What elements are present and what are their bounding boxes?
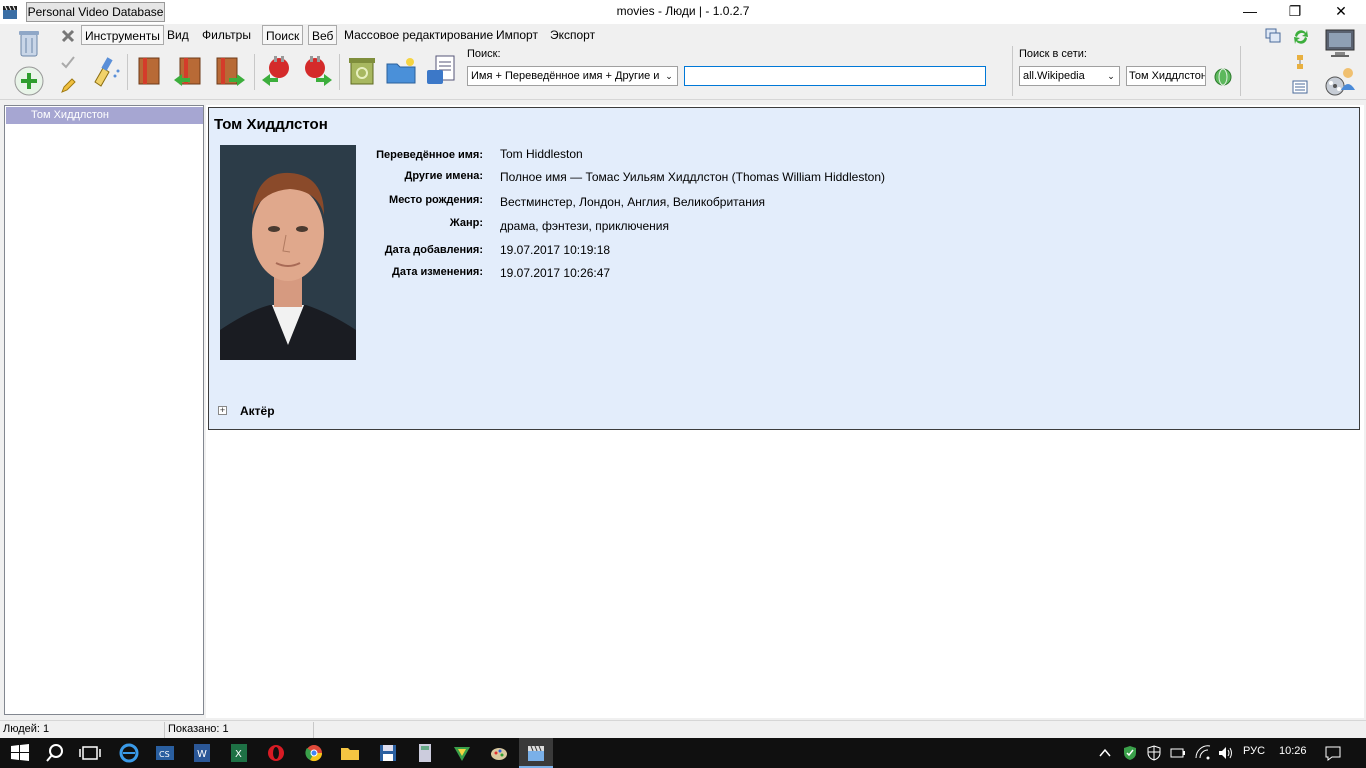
status-people-count: Людей: 1: [3, 723, 50, 735]
pvd-clapper-icon: [528, 745, 544, 761]
field-label-genre: Жанр:: [449, 217, 483, 229]
defender-shield-icon[interactable]: [1146, 745, 1162, 761]
app-icon-1[interactable]: CS: [153, 741, 177, 765]
menu-import[interactable]: Импорт: [493, 25, 541, 45]
ie-icon[interactable]: [117, 741, 141, 765]
menu-view[interactable]: Вид: [164, 25, 192, 45]
person-card: Том Хиддлстон Переведённое имя: Tom Hidd…: [208, 107, 1360, 430]
folder-icon[interactable]: [384, 54, 418, 88]
field-value-other-names: Полное имя — Томас Уильям Хиддлстон (Tho…: [500, 170, 885, 184]
reel-person-icon[interactable]: [1323, 64, 1357, 98]
field-label-birthplace: Место рождения:: [389, 194, 483, 206]
delete-x-icon[interactable]: [60, 28, 76, 44]
svg-text:W: W: [197, 749, 207, 760]
book-prev-icon[interactable]: [172, 54, 206, 88]
field-label-other-names: Другие имена:: [404, 170, 484, 182]
status-bar: Людей: 1 Показано: 1: [0, 720, 1366, 738]
menu-search[interactable]: Поиск: [262, 25, 304, 45]
search-icon[interactable]: [43, 741, 67, 765]
net-source-value: all.Wikipedia: [1023, 70, 1085, 82]
taskbar: CS W X РУС 10:26: [0, 738, 1366, 768]
book-icon[interactable]: [133, 54, 167, 88]
security-shield-icon[interactable]: [1122, 745, 1138, 761]
field-value-translated-name: Tom Hiddleston: [500, 147, 583, 161]
menu-filters[interactable]: Фильтры: [199, 25, 254, 45]
net-source-select[interactable]: all.Wikipedia ⌄: [1019, 66, 1120, 86]
clean-brush-icon[interactable]: [89, 54, 123, 88]
trash-icon[interactable]: [12, 26, 46, 60]
status-shown-count: Показано: 1: [168, 723, 229, 735]
field-value-date-added: 19.07.2017 10:19:18: [500, 243, 611, 257]
chevron-up-icon[interactable]: [1098, 746, 1112, 760]
search-field-select[interactable]: Имя + Переведённое имя + Другие и ⌄: [467, 66, 678, 86]
menu-tools[interactable]: Инструменты: [81, 25, 164, 45]
search-field-select-value: Имя + Переведённое имя + Другие и: [471, 70, 660, 82]
pvd-taskbar-button[interactable]: [519, 738, 553, 768]
people-list[interactable]: Том Хиддлстон: [4, 105, 204, 715]
excel-icon[interactable]: X: [227, 741, 251, 765]
wifi-icon[interactable]: [1194, 744, 1212, 760]
volume-icon[interactable]: [1217, 745, 1235, 761]
globe-go-icon[interactable]: [1214, 68, 1232, 86]
refresh-icon[interactable]: [1292, 28, 1310, 46]
search-input[interactable]: [684, 66, 986, 86]
close-button[interactable]: ✕: [1318, 0, 1364, 24]
app-icon-2[interactable]: [450, 741, 474, 765]
chevron-down-icon: ⌄: [661, 67, 677, 85]
notifications-icon[interactable]: [1324, 745, 1342, 761]
recycle-bin-icon[interactable]: [345, 54, 379, 88]
tree-icon[interactable]: [1292, 54, 1308, 70]
chrome-icon[interactable]: [302, 741, 326, 765]
svg-text:X: X: [235, 749, 242, 760]
plugin-next-icon[interactable]: [300, 54, 334, 88]
list-view-icon[interactable]: [1292, 79, 1308, 95]
battery-icon[interactable]: [1170, 746, 1186, 760]
field-value-genre: драма, фэнтези, приключения: [500, 219, 669, 233]
net-search-label: Поиск в сети:: [1019, 48, 1087, 60]
field-label-date-added: Дата добавления:: [384, 244, 483, 256]
task-view-icon[interactable]: [78, 741, 102, 765]
window-title: movies - Люди | - 1.0.2.7: [616, 4, 750, 18]
monitor-icon[interactable]: [1323, 26, 1357, 60]
toolbar: Инструменты Вид Фильтры Поиск Веб Массов…: [0, 24, 1366, 100]
windows-icon[interactable]: [1265, 28, 1281, 44]
person-name: Том Хиддлстон: [214, 116, 328, 133]
check-icon[interactable]: [60, 54, 76, 70]
word-icon[interactable]: W: [190, 741, 214, 765]
add-icon[interactable]: [12, 64, 46, 98]
calculator-icon[interactable]: [413, 741, 437, 765]
opera-icon[interactable]: [264, 741, 288, 765]
list-item[interactable]: Том Хиддлстон: [6, 107, 203, 124]
field-value-date-modified: 19.07.2017 10:26:47: [500, 266, 611, 280]
edit-pencil-icon[interactable]: [60, 78, 76, 94]
menu-mass-edit[interactable]: Массовое редактирование: [341, 25, 496, 45]
floppy-save-icon[interactable]: [376, 741, 400, 765]
search-label: Поиск:: [467, 48, 501, 60]
svg-text:CS: CS: [159, 750, 170, 759]
title-bar: Personal Video Database movies - Люди | …: [0, 0, 1366, 24]
clock-time[interactable]: 10:26: [1279, 745, 1307, 757]
maximize-button[interactable]: ❐: [1272, 0, 1318, 24]
book-next-icon[interactable]: [213, 54, 247, 88]
role-section-label[interactable]: Актёр: [240, 404, 275, 418]
menu-export[interactable]: Экспорт: [547, 25, 598, 45]
paint-icon[interactable]: [487, 741, 511, 765]
windows-start-icon[interactable]: [8, 741, 32, 765]
minimize-button[interactable]: —: [1227, 0, 1273, 24]
export-page-icon[interactable]: [424, 54, 458, 88]
net-search-input[interactable]: Том Хиддлстон: [1126, 66, 1206, 86]
expand-plus-icon[interactable]: +: [218, 406, 227, 415]
input-language[interactable]: РУС: [1243, 745, 1265, 757]
menu-web[interactable]: Веб: [308, 25, 338, 45]
chevron-down-icon: ⌄: [1103, 67, 1119, 85]
explorer-folder-icon[interactable]: [338, 741, 362, 765]
field-label-translated-name: Переведённое имя:: [376, 149, 483, 161]
plugin-prev-icon[interactable]: [260, 54, 294, 88]
field-value-birthplace: Вестминстер, Лондон, Англия, Великобрита…: [500, 195, 766, 209]
field-label-date-modified: Дата изменения:: [392, 266, 483, 278]
